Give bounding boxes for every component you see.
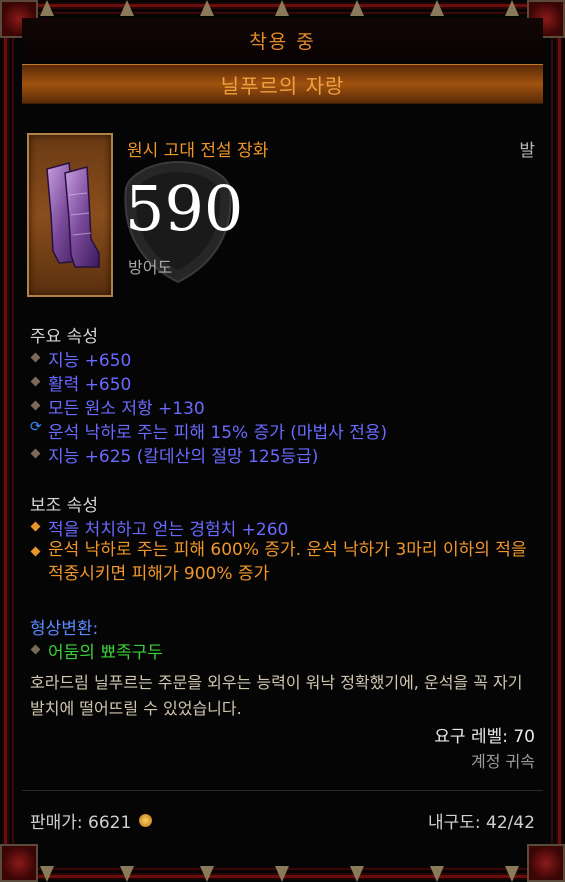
corner-ornament [527, 844, 565, 882]
equipped-label: 착용 중 [249, 30, 316, 53]
border-spike [275, 866, 289, 882]
corner-ornament [0, 844, 38, 882]
stat-bullet-icon [30, 376, 41, 387]
stat-bullet-icon [30, 400, 41, 411]
sell-value: 판매가: 6621 [30, 808, 153, 833]
border-spike [350, 0, 364, 16]
item-slot: 발 [519, 141, 535, 161]
enchant-icon: ⟳ [30, 419, 42, 435]
item-tooltip: 착용 중 닐푸르의 자랑 원시 고대 전설 장화 발 590 방어도 주요 속성… [0, 0, 565, 882]
transmog-value: 어둠의 뾰족구두 [30, 638, 163, 663]
gold-coin-icon [139, 814, 153, 827]
account-bound: 계정 귀속 [471, 752, 535, 771]
border-spike [505, 866, 519, 882]
flavor-text: 호라드림 닐푸르는 주문을 외우는 능력이 워낙 정확했기에, 운석을 꼭 자기… [30, 673, 523, 718]
boots-icon [46, 162, 100, 268]
stat-text: 지능 +625 (칼데산의 절망 125등급) [48, 447, 319, 467]
stat-bullet-icon [30, 448, 41, 459]
secondary-stat: 적을 처치하고 얻는 경험치 +260 [30, 515, 288, 540]
stat-text: 지능 +650 [48, 351, 132, 371]
item-name-banner: 닐푸르의 자랑 [22, 64, 543, 104]
primary-stats-title: 주요 속성 [30, 327, 98, 347]
border-spike [120, 0, 134, 16]
required-level: 요구 레벨: 70 [434, 727, 535, 747]
armor-value: 590 [125, 172, 244, 245]
border-spike [505, 0, 519, 16]
stat-text: 모든 원소 저항 +130 [48, 399, 205, 419]
durability: 내구도: 42/42 [427, 813, 535, 833]
transmog-name: 어둠의 뾰족구두 [48, 643, 163, 663]
item-type: 원시 고대 전설 장화 [127, 141, 269, 161]
primary-stat: 지능 +650 [30, 346, 131, 371]
equipped-header: 착용 중 [22, 18, 543, 62]
stat-bullet-icon [30, 644, 41, 655]
secondary-stats-title: 보조 속성 [30, 496, 98, 516]
item-name: 닐푸르의 자랑 [220, 73, 345, 98]
sell-label: 판매가: 6621 [30, 813, 132, 833]
primary-stat-enchanted: ⟳ 운석 낙하로 주는 피해 15% 증가 (마법사 전용) [30, 418, 387, 443]
legendary-bullet-icon [30, 521, 41, 532]
armor-label: 방어도 [128, 258, 173, 277]
border-spike [200, 866, 214, 882]
primary-stat: 활력 +650 [30, 370, 131, 395]
border-spike [275, 0, 289, 16]
primary-stat: 지능 +625 (칼데산의 절망 125등급) [30, 442, 318, 467]
primary-stat: 모든 원소 저항 +130 [30, 394, 205, 419]
stat-text: 활력 +650 [48, 375, 132, 395]
legendary-power: 운석 낙하로 주는 피해 600% 증가. 운석 낙하가 3마리 이하의 적을 … [30, 538, 540, 586]
stat-text: 운석 낙하로 주는 피해 15% 증가 (마법사 전용) [48, 423, 388, 443]
border-spike [430, 0, 444, 16]
border-spike [120, 866, 134, 882]
stat-bullet-icon [30, 352, 41, 363]
stat-text: 적을 처치하고 얻는 경험치 +260 [48, 520, 289, 540]
divider [22, 790, 543, 791]
border-spike [200, 0, 214, 16]
transmog-title: 형상변환: [30, 619, 99, 639]
border-spike [430, 866, 444, 882]
border-spike [350, 866, 364, 882]
stat-text: 운석 낙하로 주는 피해 600% 증가. 운석 낙하가 3마리 이하의 적을 … [48, 540, 527, 584]
item-icon-frame [27, 133, 113, 297]
border-spike [40, 866, 54, 882]
border-spike [40, 0, 54, 16]
legendary-bullet-icon [30, 546, 41, 557]
